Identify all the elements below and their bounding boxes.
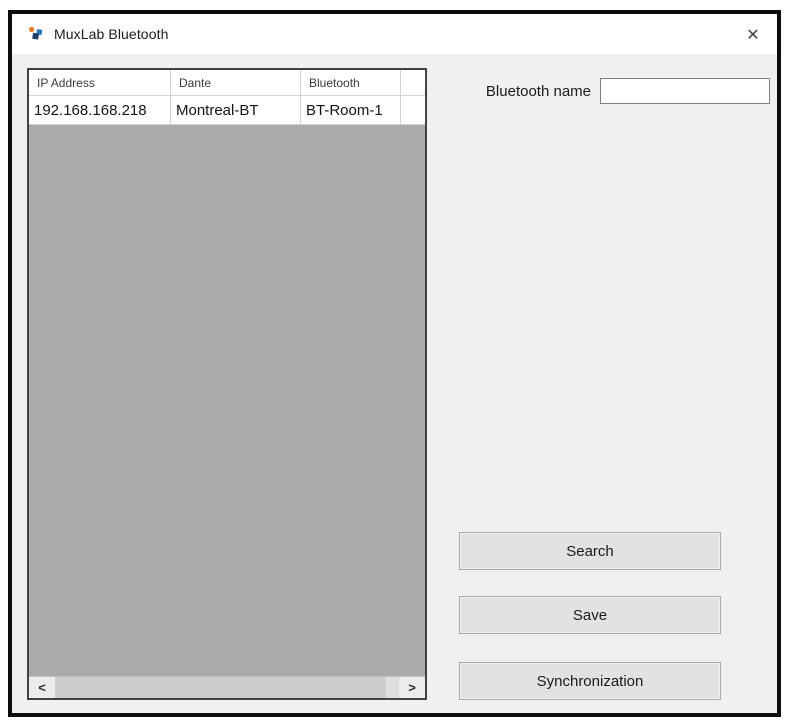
save-button[interactable]: Save bbox=[459, 596, 721, 634]
bluetooth-name-label: Bluetooth name bbox=[485, 82, 591, 100]
scroll-left-button[interactable]: < bbox=[29, 677, 55, 698]
chevron-right-icon: > bbox=[408, 680, 416, 695]
app-window: MuxLab Bluetooth ✕ IP Address Dante Blue… bbox=[8, 10, 781, 717]
column-header-filler bbox=[401, 70, 425, 95]
device-table: IP Address Dante Bluetooth 192.168.168.2… bbox=[27, 68, 427, 700]
chevron-left-icon: < bbox=[38, 680, 46, 695]
column-header-dante[interactable]: Dante bbox=[171, 70, 301, 95]
window-title: MuxLab Bluetooth bbox=[54, 26, 169, 42]
table-header-row: IP Address Dante Bluetooth bbox=[29, 70, 425, 96]
cell-dante-name[interactable]: Montreal-BT bbox=[171, 96, 301, 124]
bluetooth-name-input[interactable] bbox=[600, 78, 770, 104]
cell-bluetooth-name[interactable]: BT-Room-1 bbox=[301, 96, 401, 124]
cell-ip-address[interactable]: 192.168.168.218 bbox=[29, 96, 171, 124]
close-icon: ✕ bbox=[746, 24, 760, 44]
title-bar: MuxLab Bluetooth ✕ bbox=[12, 14, 777, 54]
app-logo-icon bbox=[28, 26, 44, 42]
scrollbar-track[interactable] bbox=[55, 677, 399, 698]
column-header-ip-address[interactable]: IP Address bbox=[29, 70, 171, 95]
horizontal-scrollbar[interactable]: < > bbox=[29, 676, 425, 698]
screenshot-page: MuxLab Bluetooth ✕ IP Address Dante Blue… bbox=[0, 0, 789, 728]
bluetooth-name-field: Bluetooth name bbox=[440, 76, 770, 106]
scrollbar-thumb[interactable] bbox=[55, 677, 386, 698]
cell-filler bbox=[401, 96, 425, 124]
search-button[interactable]: Search bbox=[459, 532, 721, 570]
scroll-right-button[interactable]: > bbox=[399, 677, 425, 698]
column-header-bluetooth[interactable]: Bluetooth bbox=[301, 70, 401, 95]
table-empty-area bbox=[29, 125, 425, 676]
close-button[interactable]: ✕ bbox=[729, 14, 777, 54]
synchronization-button[interactable]: Synchronization bbox=[459, 662, 721, 700]
table-row[interactable]: 192.168.168.218 Montreal-BT BT-Room-1 bbox=[29, 96, 425, 125]
